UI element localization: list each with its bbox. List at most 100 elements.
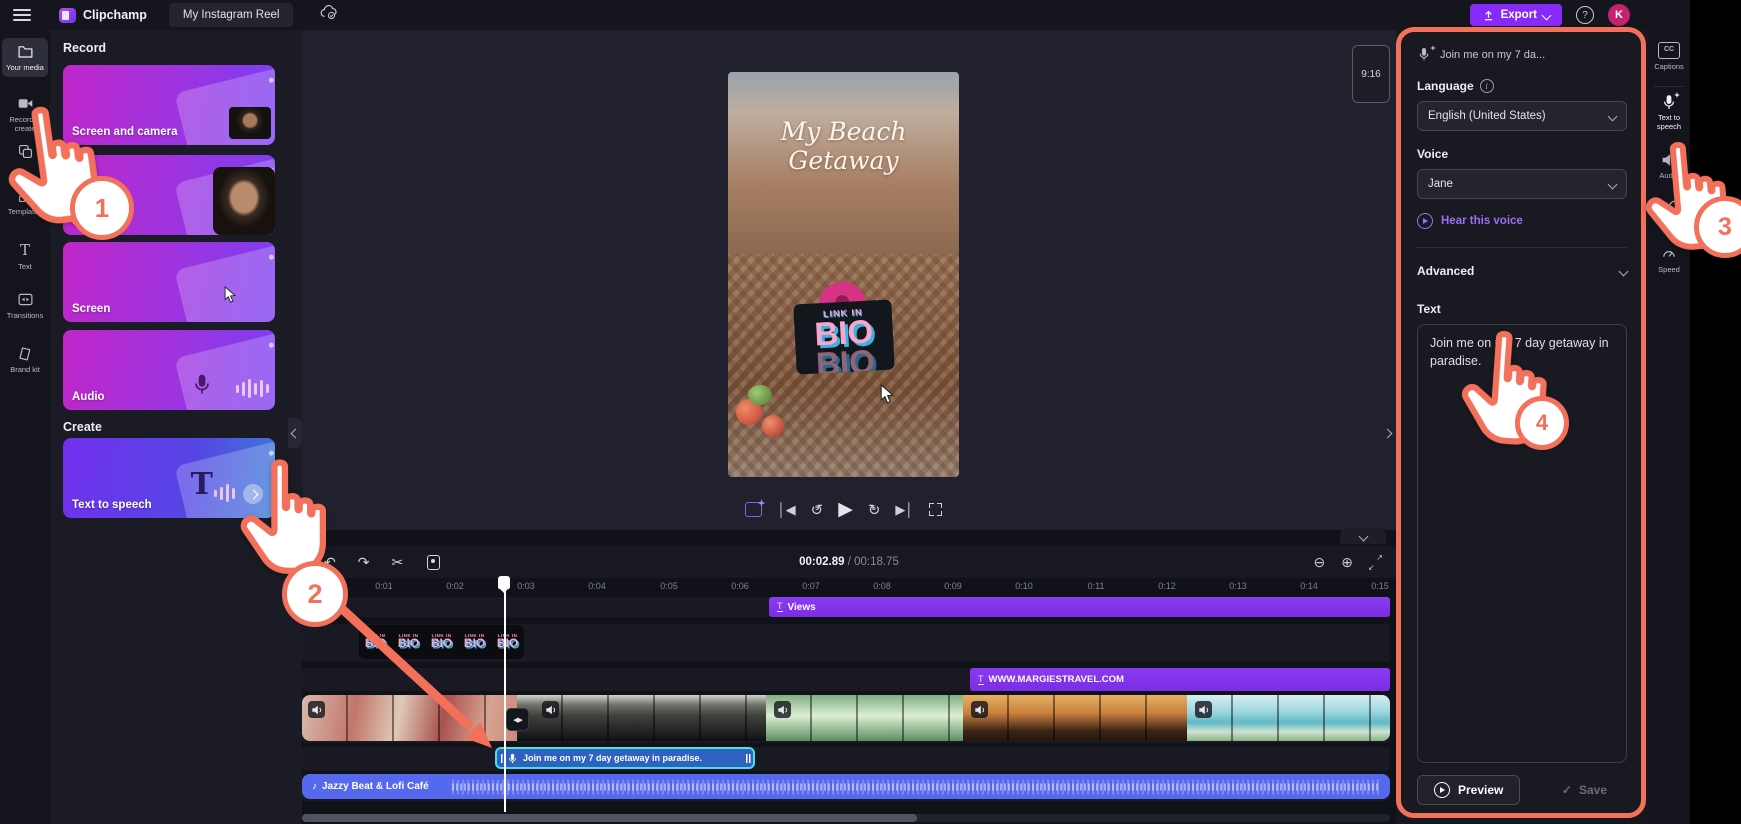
rail-item-text-to-speech[interactable]: Text to speech [1648, 92, 1690, 132]
avatar[interactable]: K [1608, 4, 1630, 26]
ruler-tick: 0:13 [1229, 581, 1247, 591]
project-title-input[interactable]: My Instagram Reel [168, 3, 294, 27]
rail-item-label: Fade [1660, 217, 1678, 226]
track-text-1: T Views [302, 597, 1390, 617]
track-sticker: LINK IN BIO LINK IN BIO LINK IN BIO LINK IN… [302, 624, 1390, 662]
tts-panel-header: Join me on my 7 da... [1417, 45, 1627, 63]
fullscreen-button[interactable] [928, 503, 942, 516]
audio-clip[interactable]: ♪ Jazzy Beat & Lofi Café [302, 774, 1390, 799]
text-to-speech-icon [1661, 92, 1680, 110]
tts-text-input[interactable]: Join me on my 7 day getaway in paradise. [1417, 324, 1627, 763]
templates-icon [17, 187, 34, 204]
text-clip-margiestravel[interactable]: T WWW.MARGIESTRAVEL.COM [970, 668, 1390, 691]
video-clip-sunset[interactable] [963, 695, 1187, 741]
timeline-scrollbar-thumb[interactable] [302, 814, 917, 822]
speaker-icon[interactable] [1195, 701, 1212, 718]
video-title-overlay[interactable]: My Beach Getaway [728, 117, 959, 176]
sidebar-item-content-library[interactable] [2, 138, 48, 168]
sidebar-item-label: Your media [6, 63, 44, 72]
advanced-label: Advanced [1417, 264, 1475, 278]
timeline-collapse-button[interactable] [1340, 528, 1386, 544]
playhead-handle[interactable] [498, 576, 510, 593]
rail-item-captions[interactable]: CC Captions [1648, 42, 1690, 71]
cucumber-graphic [748, 385, 772, 405]
hear-this-voice-button[interactable]: Hear this voice [1417, 213, 1627, 229]
check-icon: ✓ [1561, 783, 1572, 797]
video-preview[interactable]: My Beach Getaway LINK IN BIO BIO [728, 72, 959, 477]
sidebar-item-templates[interactable]: Templates [2, 182, 48, 221]
track-speech: Join me on my 7 day getaway in paradise. [302, 747, 1390, 771]
speaker-icon[interactable] [774, 701, 791, 718]
video-clip-beach[interactable] [1187, 695, 1390, 741]
rail-item-fade[interactable]: Fade [1648, 198, 1690, 226]
record-card-screen-and-camera[interactable]: Screen and camera [63, 65, 275, 145]
ai-edit-button[interactable] [745, 499, 766, 517]
cloud-sync-icon[interactable] [319, 4, 338, 26]
voice-select[interactable]: Jane [1417, 169, 1627, 199]
sidebar-item-record-create[interactable]: Record & create [2, 90, 48, 138]
rail-item-audio[interactable]: Audio [1648, 152, 1690, 180]
video-clip-palms-green[interactable] [766, 695, 963, 741]
info-icon[interactable]: i [1479, 79, 1494, 93]
timeline-scrollbar [302, 814, 1390, 822]
zoom-out-button[interactable]: ⊖ [1314, 554, 1326, 571]
help-button[interactable]: ? [1576, 6, 1594, 24]
sidebar-item-your-media[interactable]: Your media [2, 38, 48, 77]
record-card-screen[interactable]: Screen [63, 242, 275, 322]
sidebar-item-text[interactable]: T Text [2, 236, 48, 276]
export-chevron-icon [1541, 10, 1552, 20]
speaker-icon[interactable] [308, 701, 325, 718]
clipchamp-editor: Clipchamp My Instagram Reel Export ? K Y… [0, 0, 1741, 824]
divider [1654, 86, 1684, 87]
create-card-text-to-speech[interactable]: T Text to speech [63, 438, 275, 518]
expand-panel-button[interactable] [1382, 424, 1393, 442]
speech-mic-icon [507, 753, 518, 764]
collapse-panel-button[interactable] [288, 418, 302, 448]
speaker-icon[interactable] [542, 701, 559, 718]
record-card-camera[interactable]: Camera [63, 155, 275, 235]
language-select[interactable]: English (United States) [1417, 101, 1627, 131]
app-name: Clipchamp [83, 8, 147, 22]
ruler-tick: 0:01 [375, 581, 393, 591]
track-audio: ♪ Jazzy Beat & Lofi Café [302, 774, 1390, 801]
rail-item-speed[interactable]: Speed [1648, 246, 1690, 274]
link-in-bio-sticker[interactable]: LINK IN BIO BIO [792, 280, 895, 375]
trim-handle-right[interactable] [744, 751, 751, 765]
sidebar-item-label: Templates [7, 207, 43, 216]
aspect-ratio-badge[interactable]: 9:16 [1352, 45, 1390, 103]
play-button[interactable]: ▶ [838, 498, 853, 521]
chevron-down-icon [1618, 266, 1629, 276]
preview-canvas: My Beach Getaway LINK IN BIO BIO │◀ ↺ 5 ▶… [302, 30, 1396, 530]
cursor-icon [224, 286, 237, 304]
preview-button[interactable]: Preview [1417, 775, 1521, 805]
main-menu-button[interactable] [13, 9, 31, 21]
microphone-icon [191, 373, 213, 400]
advanced-accordion[interactable]: Advanced [1417, 264, 1629, 278]
sticker-clip[interactable]: LINK IN BIO LINK IN BIO LINK IN BIO LINK IN… [359, 625, 524, 659]
transition-icon[interactable]: ◀▶ [506, 708, 529, 731]
text-clip-label: WWW.MARGIESTRAVEL.COM [988, 674, 1124, 685]
open-text-to-speech-button[interactable] [243, 484, 263, 504]
current-time: 00:02.89 [799, 556, 845, 568]
video-clip-picnic[interactable] [302, 695, 517, 741]
rewind-5s-button[interactable]: ↺ 5 [811, 501, 824, 519]
title-line-2: Getaway [788, 145, 899, 175]
sidebar-item-transitions[interactable]: Transitions [2, 286, 48, 325]
tablet-graphic [174, 243, 275, 322]
sidebar-item-brand-kit[interactable]: Brand kit [2, 340, 48, 379]
ruler-tick: 0:15 [1371, 581, 1389, 591]
forward-5s-button[interactable]: ↻ 5 [868, 501, 881, 519]
total-duration: 00:18.75 [854, 556, 899, 568]
zoom-in-button[interactable]: ⊕ [1341, 554, 1353, 571]
fit-timeline-button[interactable]: ↗ ↙ [1368, 553, 1383, 572]
speech-clip-selected[interactable]: Join me on my 7 day getaway in paradise. [495, 747, 755, 769]
timeline-ruler[interactable]: 0:01 0:02 0:03 0:04 0:05 0:06 0:07 0:08 … [302, 578, 1396, 596]
speaker-icon[interactable] [971, 701, 988, 718]
export-button[interactable]: Export [1469, 4, 1562, 26]
skip-to-end-button[interactable]: ▶│ [895, 502, 913, 518]
text-clip-icon: T [978, 673, 984, 685]
record-card-audio[interactable]: Audio [63, 330, 275, 410]
skip-to-start-button[interactable]: │◀ [777, 502, 795, 518]
text-clip-views[interactable]: T Views [769, 597, 1390, 617]
save-button[interactable]: ✓ Save [1556, 782, 1613, 798]
